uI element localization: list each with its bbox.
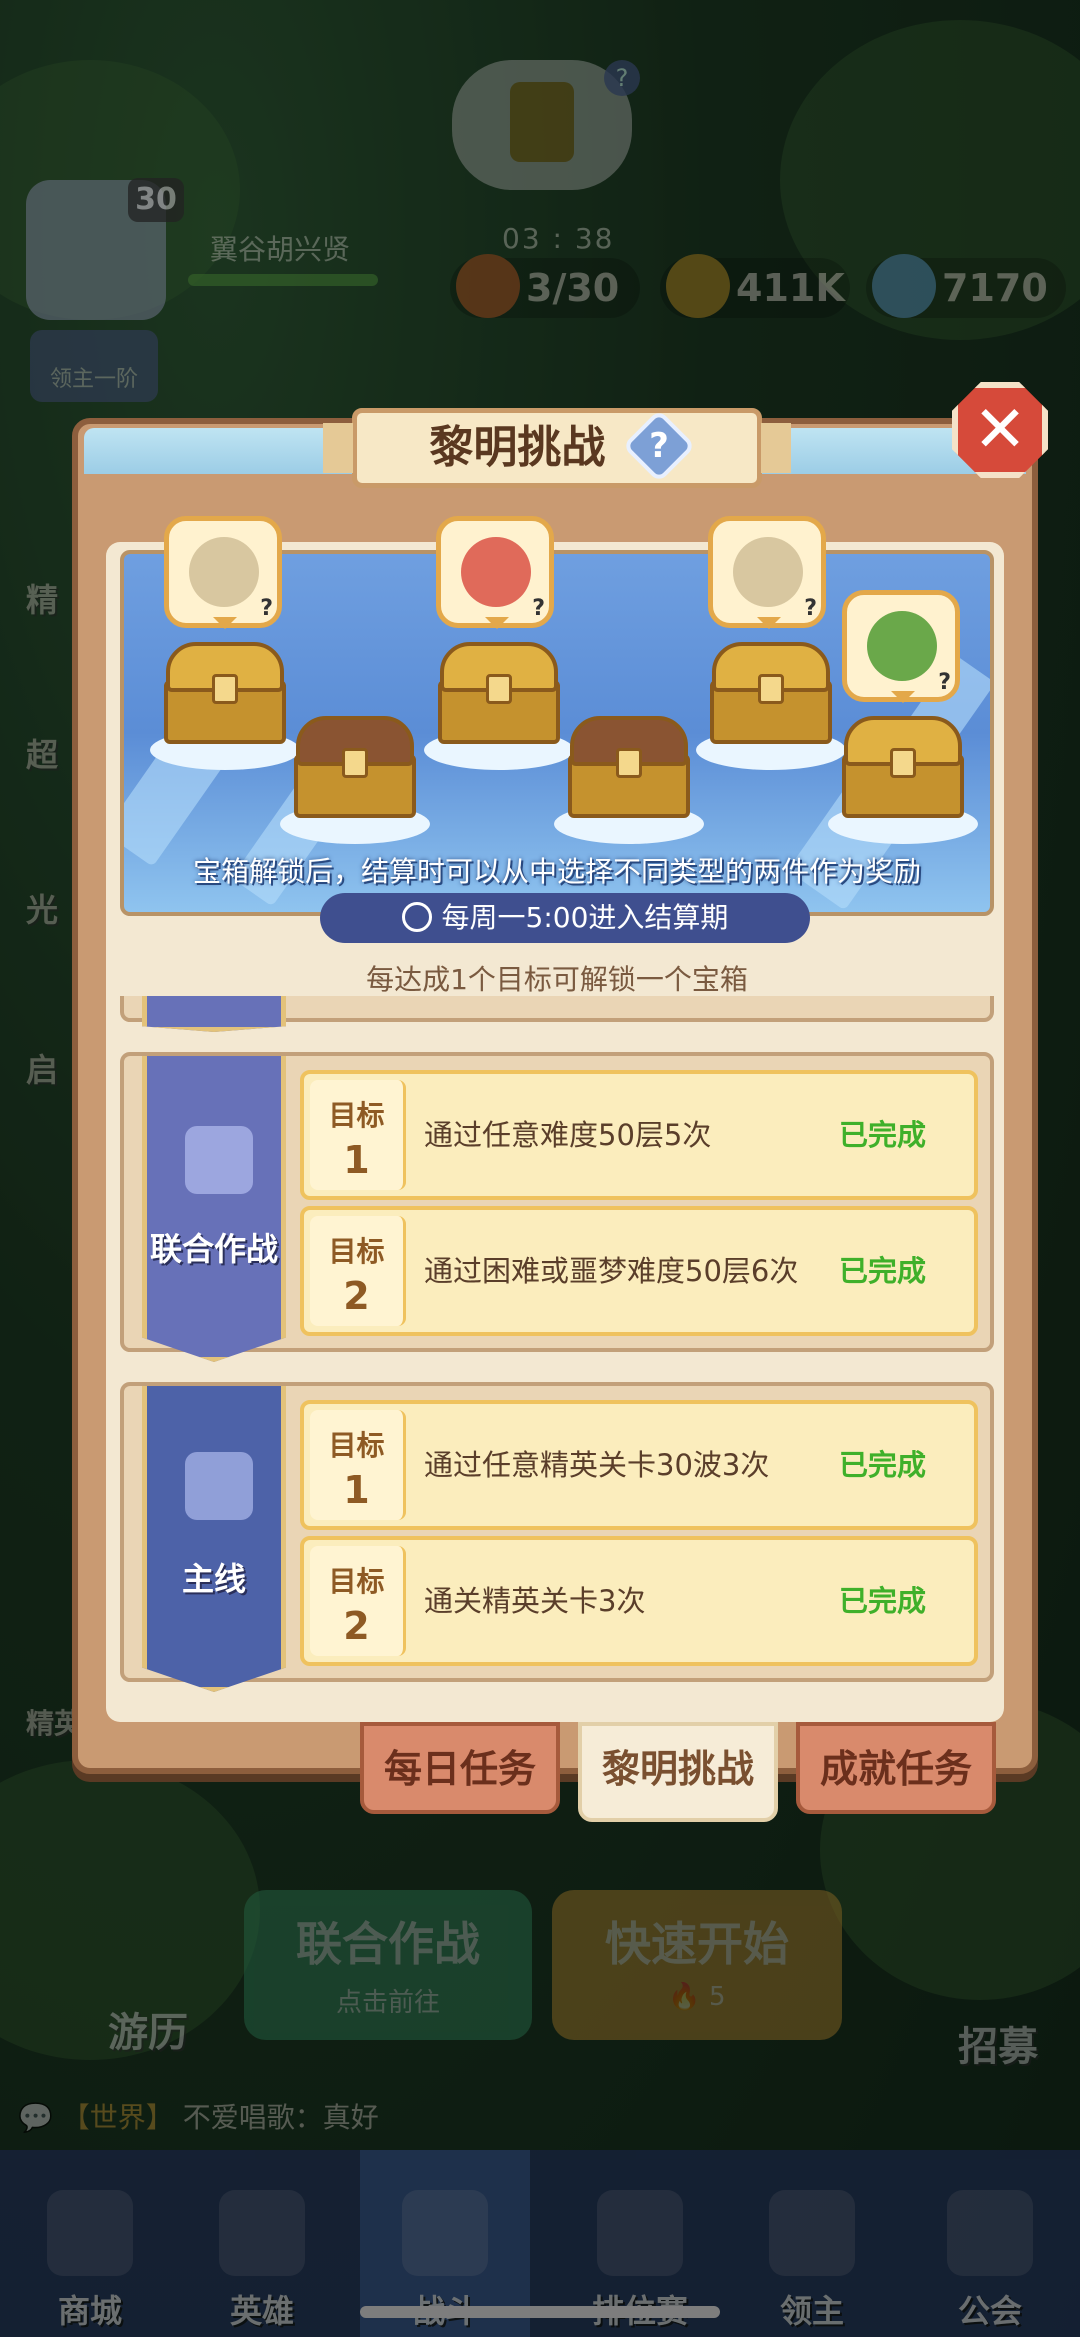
mystery-bag-icon [733,537,803,607]
treasure-chest-1[interactable] [164,636,286,744]
group-banner-coop: 联合作战 [142,1056,286,1362]
goal-status: 已完成 [838,1584,926,1618]
treasure-chest-4[interactable] [568,710,690,818]
goal-number: 目标 1 [310,1410,406,1520]
lock-icon [890,748,916,778]
settle-period-pill: 每周一5:00进入结算期 [320,893,810,943]
stopwatch-icon [401,902,432,932]
goal-text: 通过困难或噩梦难度50层6次 [424,1254,799,1288]
treasure-chest-5[interactable] [710,636,832,744]
goal-index: 1 [343,1468,370,1512]
goal-label: 目标 [328,1429,385,1462]
goal-index: 1 [343,1138,370,1182]
goal-status: 已完成 [838,1254,926,1288]
goal-index: 2 [343,1604,370,1648]
puzzle-piece-icon [461,537,531,607]
settle-period-text: 每周一5:00进入结算期 [441,901,729,934]
close-icon: ✕ [973,393,1027,467]
modal-title-banner: 黎明挑战 ? [323,408,791,488]
goal-label: 目标 [328,1565,385,1598]
goal-status: 已完成 [838,1448,926,1482]
modal-title: 黎明挑战 [429,422,606,473]
goal-label: 目标 [328,1099,385,1132]
unknown-mark: ? [804,596,817,621]
reward-bubble-4[interactable]: ? [842,590,960,703]
unknown-mark: ? [532,596,545,621]
goal-status: 已完成 [838,1118,926,1152]
lock-icon [486,674,512,704]
goal-group-main: 主线 目标 1 通过任意精英关卡30波3次 已完成 目标 2 通关精英关卡3次 已完… [120,1382,994,1692]
goal-number: 目标 2 [310,1546,406,1656]
group-name: 联合作战 [149,1230,278,1268]
goal-index: 2 [343,1274,370,1318]
lock-icon [616,748,642,778]
goal-list[interactable]: 联合作战 目标 1 通过任意难度50层5次 已完成 目标 2 通过困难或噩梦难度50… [120,996,994,1696]
ribbon-left [323,423,353,473]
reward-bubble-2[interactable]: ? [436,516,554,629]
unlock-note: 每达成1个目标可解锁一个宝箱 [366,963,748,996]
close-button[interactable]: ✕ [952,382,1048,478]
mystery-bag-icon [189,537,259,607]
tab-daily-tasks[interactable]: 每日任务 [360,1722,560,1814]
goal-text: 通过任意难度50层5次 [424,1118,712,1152]
goal-text: 通过任意精英关卡30波3次 [424,1448,770,1482]
group-banner-main: 主线 [142,1386,286,1692]
previous-group-stub [120,996,994,1032]
lock-icon [758,674,784,704]
goal-number: 目标 2 [310,1216,406,1326]
help-symbol: ? [648,426,669,466]
treasure-chest-3[interactable] [438,636,560,744]
tab-dawn-challenge[interactable]: 黎明挑战 [578,1722,778,1822]
treasure-chest-2[interactable] [294,710,416,818]
reward-bubble-3[interactable]: ? [708,516,826,629]
unknown-mark: ? [938,670,951,695]
lock-icon [212,674,238,704]
goal-row: 目标 2 通关精英关卡3次 已完成 [300,1536,978,1666]
goal-number: 目标 1 [310,1080,406,1190]
tab-achievements[interactable]: 成就任务 [796,1722,996,1814]
treasure-chest-6[interactable] [842,710,964,818]
goal-row: 目标 2 通过困难或噩梦难度50层6次 已完成 [300,1206,978,1336]
goal-row: 目标 1 通过任意精英关卡30波3次 已完成 [300,1400,978,1530]
goal-text: 通关精英关卡3次 [424,1584,646,1618]
reward-description: 宝箱解锁后，结算时可以从中选择不同类型的两件作为奖励 [192,855,921,888]
reward-bubble-1[interactable]: ? [164,516,282,629]
crossed-swords-icon [185,1452,253,1520]
handshake-icon [185,1126,253,1194]
goal-group-coop: 联合作战 目标 1 通过任意难度50层5次 已完成 目标 2 通过困难或噩梦难度50… [120,1052,994,1362]
group-banner [142,996,286,1032]
unknown-mark: ? [260,596,273,621]
group-name: 主线 [181,1560,246,1598]
ribbon-right [761,423,791,473]
green-puzzle-icon [867,611,937,681]
goal-label: 目标 [328,1235,385,1268]
lock-icon [342,748,368,778]
goal-row: 目标 1 通过任意难度50层5次 已完成 [300,1070,978,1200]
help-icon[interactable]: ? [621,409,696,483]
